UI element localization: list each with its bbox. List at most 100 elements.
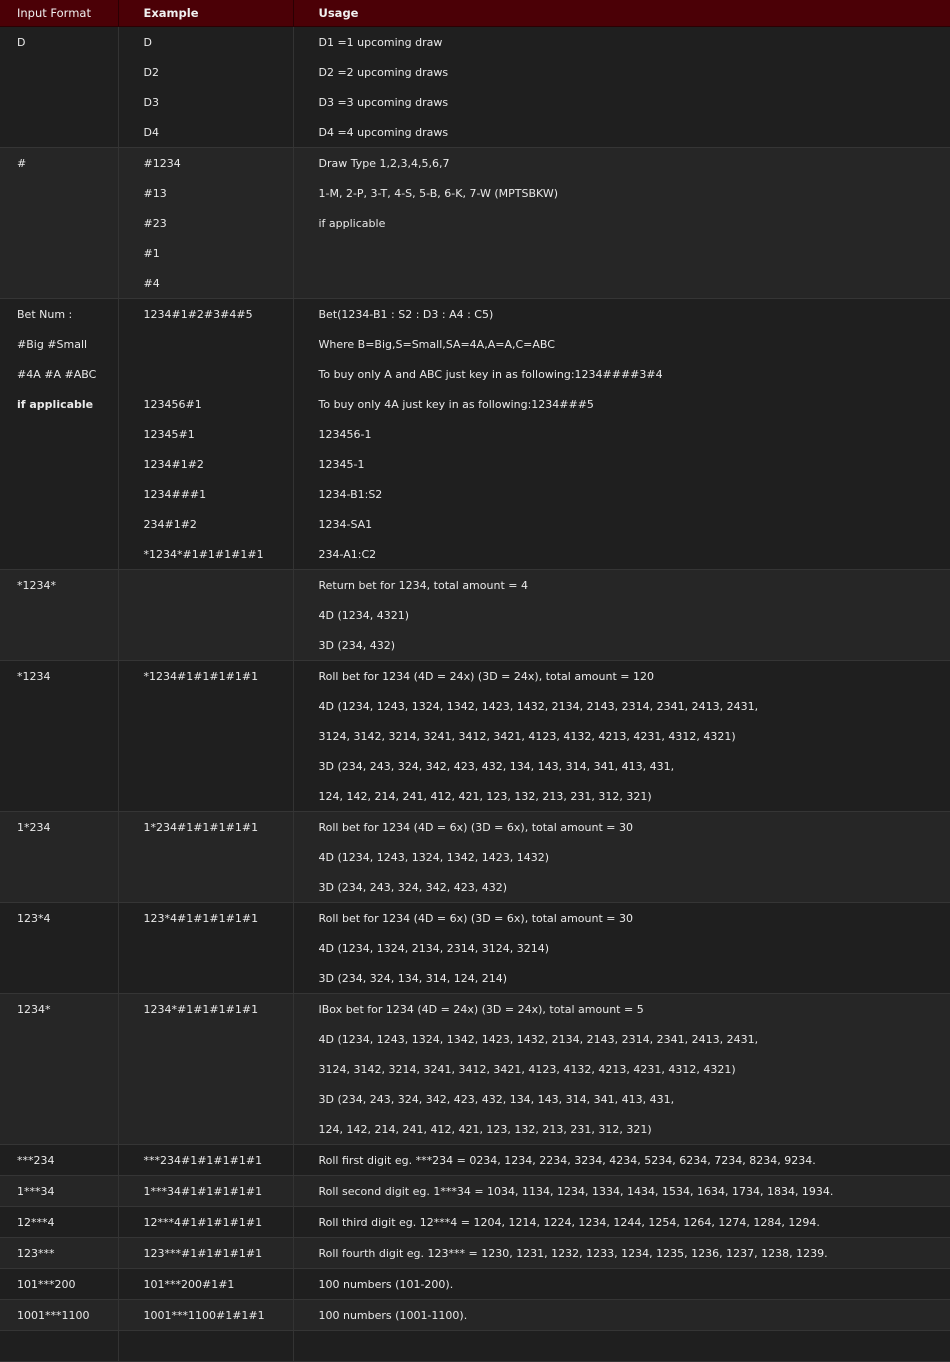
example-line: D2	[143, 66, 159, 79]
input-line: D	[17, 36, 26, 49]
table-row: 123*4 123*4#1#1#1#1#1 Roll bet for 1234 (4…	[0, 902, 950, 994]
table-body: D D D2 D3 D4 D1 =1 upcoming draw D2 =2 upcomin…	[0, 26, 950, 1362]
example-line: 1***34#1#1#1#1#1	[143, 1185, 263, 1198]
example-line: 123456#1	[143, 398, 202, 411]
usage-line: 3D (234, 324, 134, 314, 124, 214)	[318, 972, 508, 985]
table-row: *1234* Return bet for 1234, total amount …	[0, 569, 950, 661]
input-cell: *1234*	[0, 569, 119, 661]
input-cell: 1001***1100	[0, 1299, 119, 1331]
input-line: Bet Num :	[17, 308, 73, 321]
input-cell	[0, 1330, 119, 1362]
table-row: 123*** 123***#1#1#1#1#1 Roll fourth digit …	[0, 1237, 950, 1269]
example-cell: D D2 D3 D4	[118, 26, 294, 148]
input-cell: 123*4	[0, 902, 119, 994]
usage-cell: 100 numbers (101-200).	[293, 1268, 950, 1300]
usage-line: Bet(1234-B1 : S2 : D3 : A4 : C5)	[318, 308, 494, 321]
example-cell: 1*234#1#1#1#1#1	[118, 811, 294, 903]
usage-line: Roll bet for 1234 (4D = 24x) (3D = 24x),…	[318, 670, 654, 683]
usage-line: Roll fourth digit eg. 123*** = 1230, 123…	[318, 1247, 828, 1260]
usage-line: Roll third digit eg. 12***4 = 1204, 1214…	[318, 1216, 820, 1229]
table-row: 1***34 1***34#1#1#1#1#1 Roll second digit …	[0, 1175, 950, 1207]
usage-cell: Bet(1234-B1 : S2 : D3 : A4 : C5) Where B=…	[293, 298, 950, 570]
input-line	[0, 1331, 118, 1361]
usage-line: 100 numbers (101-200).	[318, 1278, 454, 1291]
example-line: #1	[143, 247, 160, 260]
usage-line: 3D (234, 432)	[318, 639, 396, 652]
example-line: 234#1#2	[143, 518, 197, 531]
header-usage: Usage	[293, 0, 950, 27]
usage-cell: Draw Type 1,2,3,4,5,6,7 1-M, 2-P, 3-T, 4-…	[293, 147, 950, 299]
usage-line: Return bet for 1234, total amount = 4	[318, 579, 528, 592]
usage-line: 1234-SA1	[318, 518, 373, 531]
usage-cell: 100 numbers (1001-1100).	[293, 1299, 950, 1331]
usage-line: 1-M, 2-P, 3-T, 4-S, 5-B, 6-K, 7-W (MPTSB…	[318, 187, 559, 200]
usage-cell: Roll third digit eg. 12***4 = 1204, 1214…	[293, 1206, 950, 1238]
example-line	[119, 359, 293, 389]
input-cell: 1*234	[0, 811, 119, 903]
usage-line: Roll second digit eg. 1***34 = 1034, 113…	[318, 1185, 834, 1198]
usage-cell: Return bet for 1234, total amount = 4 4D …	[293, 569, 950, 661]
example-line: #13	[143, 187, 167, 200]
input-cell: 12***4	[0, 1206, 119, 1238]
example-cell: 1234#1#2#3#4#5 123456#1 12345#1 1234#1#2 123…	[118, 298, 294, 570]
usage-line: 123456-1	[318, 428, 372, 441]
input-line: 1*234	[17, 821, 51, 834]
table-row	[0, 1330, 950, 1362]
input-cell: ***234	[0, 1144, 119, 1176]
example-line: 1234#1#2#3#4#5	[143, 308, 253, 321]
example-line: 123***#1#1#1#1#1	[143, 1247, 263, 1260]
table-row: # #1234 #13 #23 #1 #4 Draw Type 1,2,3,4,5,6,7 1…	[0, 147, 950, 299]
usage-line: 124, 142, 214, 241, 412, 421, 123, 132, …	[318, 790, 652, 803]
input-line: #Big #Small	[17, 338, 88, 351]
usage-line: 4D (1234, 1243, 1324, 1342, 1423, 1432, …	[318, 700, 759, 713]
example-cell: 101***200#1#1	[118, 1268, 294, 1300]
input-cell: Bet Num : #Big #Small #4A #A #ABC if applic…	[0, 298, 119, 570]
table-row: D D D2 D3 D4 D1 =1 upcoming draw D2 =2 upcomin…	[0, 26, 950, 148]
example-line: #4	[143, 277, 160, 290]
usage-line: 4D (1234, 1243, 1324, 1342, 1423, 1432)	[318, 851, 549, 864]
example-cell: 1***34#1#1#1#1#1	[118, 1175, 294, 1207]
input-line: #	[17, 157, 27, 170]
usage-line	[294, 1331, 950, 1361]
usage-line: Roll bet for 1234 (4D = 6x) (3D = 6x), t…	[318, 821, 634, 834]
table-row: 1*234 1*234#1#1#1#1#1 Roll bet for 1234 (4…	[0, 811, 950, 903]
example-line: 12345#1	[143, 428, 195, 441]
input-cell: 1***34	[0, 1175, 119, 1207]
example-line: ***234#1#1#1#1#1	[143, 1154, 263, 1167]
example-line: 1001***1100#1#1#1	[143, 1309, 265, 1322]
usage-line: 3124, 3142, 3214, 3241, 3412, 3421, 4123…	[318, 730, 736, 743]
table-header-row: Input Format Example Usage	[0, 0, 950, 27]
example-line: D	[143, 36, 152, 49]
example-line: D4	[143, 126, 159, 139]
example-cell: *1234#1#1#1#1#1	[118, 660, 294, 812]
input-line: 123***	[17, 1247, 55, 1260]
usage-cell: Roll bet for 1234 (4D = 6x) (3D = 6x), t…	[293, 902, 950, 994]
example-cell	[118, 569, 294, 661]
usage-line: 12345-1	[318, 458, 365, 471]
usage-line: 124, 142, 214, 241, 412, 421, 123, 132, …	[318, 1123, 652, 1136]
usage-cell: Roll second digit eg. 1***34 = 1034, 113…	[293, 1175, 950, 1207]
input-line: 12***4	[17, 1216, 55, 1229]
usage-line: D2 =2 upcoming draws	[318, 66, 449, 79]
usage-line: 100 numbers (1001-1100).	[318, 1309, 468, 1322]
example-line: *1234#1#1#1#1#1	[143, 670, 259, 683]
example-line: 101***200#1#1	[143, 1278, 235, 1291]
example-line: 1*234#1#1#1#1#1	[143, 821, 259, 834]
usage-cell: Roll first digit eg. ***234 = 0234, 1234…	[293, 1144, 950, 1176]
input-line: *1234	[17, 670, 51, 683]
example-line: 12***4#1#1#1#1#1	[143, 1216, 263, 1229]
example-line: 123*4#1#1#1#1#1	[143, 912, 259, 925]
input-cell: 1234*	[0, 993, 119, 1145]
usage-line: 3D (234, 243, 324, 342, 423, 432, 134, 1…	[318, 1093, 675, 1106]
usage-cell: Roll bet for 1234 (4D = 6x) (3D = 6x), t…	[293, 811, 950, 903]
usage-line: 1234-B1:S2	[318, 488, 383, 501]
input-line: ***234	[17, 1154, 55, 1167]
input-line: 1234*	[17, 1003, 51, 1016]
usage-line: 3124, 3142, 3214, 3241, 3412, 3421, 4123…	[318, 1063, 736, 1076]
usage-line: 3D (234, 243, 324, 342, 423, 432, 134, 1…	[318, 760, 675, 773]
input-line: 123*4	[17, 912, 51, 925]
usage-line: To buy only 4A just key in as following:…	[318, 398, 594, 411]
usage-line: 4D (1234, 1243, 1324, 1342, 1423, 1432, …	[318, 1033, 759, 1046]
example-line	[119, 570, 293, 600]
usage-line: Where B=Big,S=Small,SA=4A,A=A,C=ABC	[318, 338, 555, 351]
